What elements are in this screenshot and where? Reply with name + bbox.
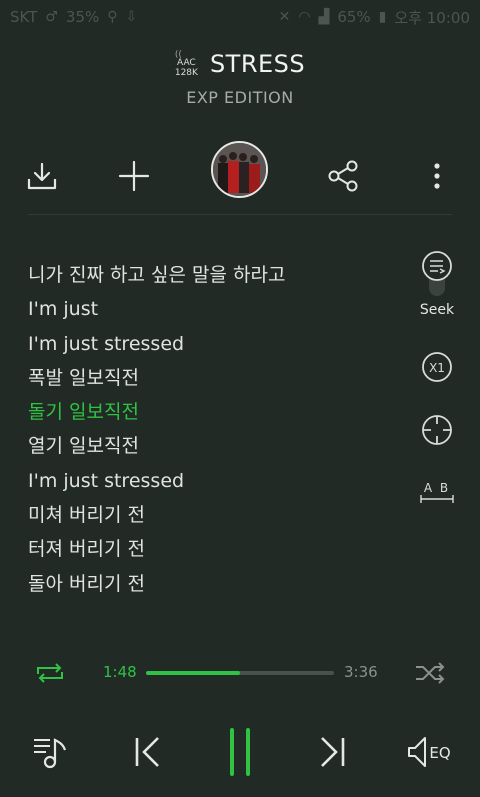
equalizer-icon: EQ bbox=[408, 737, 451, 767]
pause-icon bbox=[230, 728, 250, 776]
shuffle-button[interactable] bbox=[410, 657, 450, 689]
notification-icon: ♂ bbox=[45, 9, 58, 25]
mute-icon: ✕ bbox=[278, 9, 291, 25]
lyrics-panel[interactable]: 니가 진짜 하고 싶은 말을 하라고 I'm just I'm just stres… bbox=[28, 258, 398, 601]
seek-label: Seek bbox=[419, 302, 455, 318]
ab-repeat-icon: A B bbox=[420, 481, 454, 503]
lyric-line: 폭발 일보직전 bbox=[28, 366, 139, 389]
status-left: SKT ♂ 35% ⚲ ⇩ bbox=[10, 8, 137, 26]
playback-controls: EQ bbox=[0, 720, 480, 784]
lyric-line: I'm just bbox=[28, 298, 99, 321]
shuffle-icon bbox=[416, 662, 445, 684]
toolbar bbox=[0, 140, 480, 212]
download-icon bbox=[27, 162, 57, 190]
seek-bar-fill bbox=[146, 671, 240, 675]
battery-icon: ▮ bbox=[378, 9, 387, 25]
album-art[interactable] bbox=[211, 141, 268, 198]
current-time: 1:48 bbox=[103, 663, 137, 681]
toolbar-divider bbox=[28, 214, 452, 215]
more-vertical-icon bbox=[434, 163, 440, 189]
previous-button[interactable] bbox=[120, 720, 176, 784]
crosshair-icon bbox=[422, 415, 452, 445]
download-status-icon: ⇩ bbox=[125, 9, 138, 25]
seek-toggle[interactable]: Seek bbox=[412, 250, 462, 318]
song-title: STRESS bbox=[209, 50, 306, 78]
clock-label: 오후 10:00 bbox=[394, 8, 470, 27]
repeat-icon bbox=[37, 663, 63, 683]
status-right: ✕ ◠ ▟ 65% ▮ 오후 10:00 bbox=[279, 7, 470, 28]
lyric-line: 미쳐 버리기 전 bbox=[28, 504, 145, 527]
speed-button[interactable]: X1 bbox=[412, 350, 462, 384]
svg-text:X1: X1 bbox=[429, 361, 445, 375]
codec-bitrate: 128K bbox=[174, 68, 198, 78]
repeat-button[interactable] bbox=[30, 657, 70, 689]
seek-bar[interactable] bbox=[146, 671, 334, 675]
progress-row: 1:48 3:36 bbox=[0, 655, 480, 691]
add-to-playlist-button[interactable] bbox=[109, 140, 159, 212]
carrier-label: SKT bbox=[10, 8, 38, 26]
codec-badge: (( AAC 128K bbox=[175, 50, 198, 78]
svg-text:EQ: EQ bbox=[429, 744, 450, 762]
share-icon bbox=[328, 160, 358, 192]
codec-type: AAC bbox=[177, 58, 196, 68]
plus-icon bbox=[118, 160, 150, 192]
status-extra-label: 35% bbox=[65, 8, 100, 26]
title-row: (( AAC 128K STRESS bbox=[0, 50, 480, 78]
download-button[interactable] bbox=[17, 140, 67, 212]
wifi-icon: ◠ bbox=[298, 9, 311, 25]
skip-next-icon bbox=[321, 737, 345, 767]
target-button[interactable] bbox=[412, 413, 462, 447]
album-art-image bbox=[213, 143, 266, 196]
more-options-button[interactable] bbox=[412, 140, 462, 212]
skip-previous-icon bbox=[135, 737, 159, 767]
lyric-line-active: 돌기 일보직전 bbox=[28, 401, 139, 424]
lyric-line: I'm just stressed bbox=[28, 469, 185, 492]
status-bar: SKT ♂ 35% ⚲ ⇩ ✕ ◠ ▟ 65% ▮ 오후 10:00 bbox=[0, 0, 480, 34]
share-button[interactable] bbox=[318, 140, 368, 212]
lyric-line: 열기 일보직전 bbox=[28, 435, 139, 458]
battery-label: 65% bbox=[337, 8, 371, 26]
equalizer-button[interactable]: EQ bbox=[402, 720, 458, 784]
speed-icon: X1 bbox=[422, 352, 452, 382]
album-name: EXP EDITION bbox=[186, 88, 294, 107]
playlist-icon bbox=[34, 738, 67, 769]
lyric-line: I'm just stressed bbox=[28, 332, 185, 355]
ab-repeat-button[interactable]: A B bbox=[412, 478, 462, 508]
next-button[interactable] bbox=[304, 720, 360, 784]
now-playing-header: (( AAC 128K STRESS EXP EDITION bbox=[0, 50, 480, 107]
playlist-button[interactable] bbox=[24, 720, 80, 784]
pause-button[interactable] bbox=[212, 720, 268, 784]
lyric-line: 돌아 버리기 전 bbox=[28, 572, 145, 595]
signal-icon: ▟ bbox=[318, 9, 330, 25]
seek-toggle-icon bbox=[422, 251, 452, 296]
svg-text:A B: A B bbox=[424, 481, 450, 495]
total-time: 3:36 bbox=[344, 663, 378, 681]
usb-icon: ⚲ bbox=[107, 9, 118, 25]
lyric-line: 터져 버리기 전 bbox=[28, 538, 145, 561]
lyric-line: 니가 진짜 하고 싶은 말을 하라고 bbox=[28, 264, 286, 286]
